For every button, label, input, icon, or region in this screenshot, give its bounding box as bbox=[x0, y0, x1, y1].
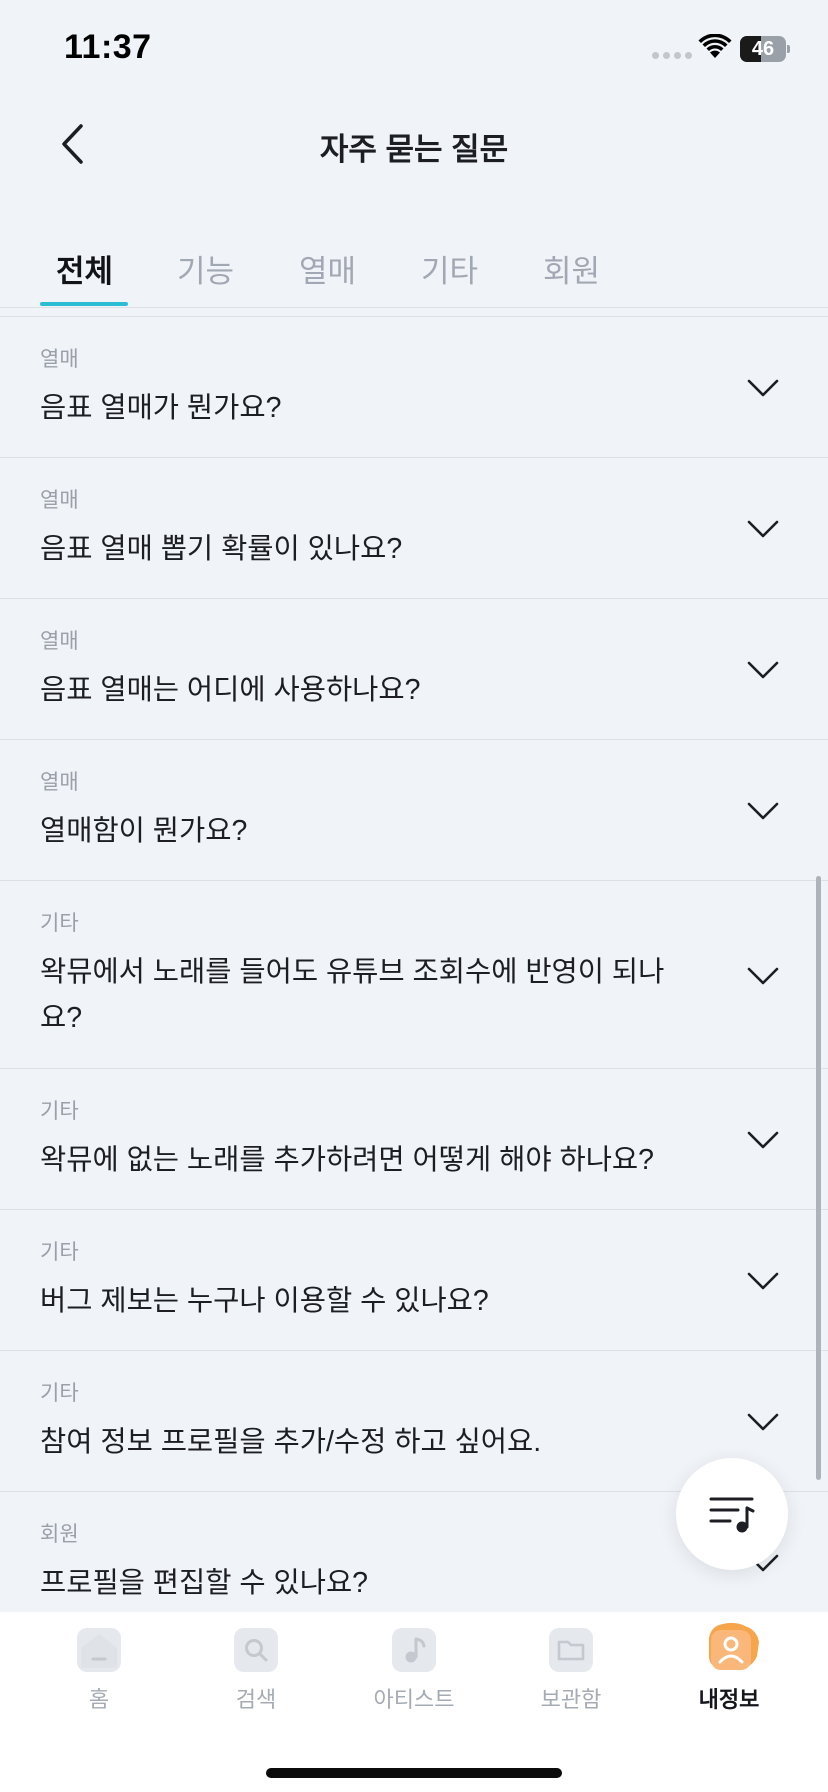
faq-question: 왁뮤에 없는 노래를 추가하려면 어떻게 해야 하나요? bbox=[40, 1144, 654, 1176]
home-icon bbox=[77, 1628, 121, 1672]
faq-question: 음표 열매는 어디에 사용하나요? bbox=[40, 674, 421, 706]
navigation-bar: 자주 묻는 질문 bbox=[0, 100, 828, 188]
faq-question: 참여 정보 프로필을 추가/수정 하고 싶어요. bbox=[40, 1426, 542, 1458]
tab-all[interactable]: 전체 bbox=[56, 246, 113, 291]
faq-question: 프로필을 편집할 수 있나요? bbox=[40, 1567, 369, 1599]
chevron-down-icon bbox=[747, 802, 779, 820]
faq-category: 기타 bbox=[40, 1241, 79, 1264]
bottom-tab-label: 아티스트 bbox=[373, 1687, 455, 1712]
faq-category: 열매 bbox=[40, 630, 79, 653]
faq-screen: 11:37 46 자주 묻는 질문 전체 기능 열매 기타 회원 열매 음표 열… bbox=[0, 0, 828, 1792]
faq-item[interactable]: 열매 열매함이 뭔가요? bbox=[0, 740, 828, 881]
chevron-down-icon bbox=[747, 661, 779, 679]
faq-item[interactable]: 기타 왁뮤에 없는 노래를 추가하려면 어떻게 해야 하나요? bbox=[0, 1069, 828, 1210]
tab-indicator bbox=[40, 302, 128, 306]
faq-category: 열매 bbox=[40, 348, 79, 371]
status-time: 11:37 bbox=[64, 28, 152, 66]
faq-category: 회원 bbox=[40, 1523, 79, 1546]
folder-icon bbox=[549, 1628, 593, 1672]
bottom-tab-my-info[interactable]: 내정보 bbox=[669, 1622, 789, 1714]
tab-fruit[interactable]: 열매 bbox=[299, 246, 356, 291]
faq-category: 기타 bbox=[40, 1100, 79, 1123]
bottom-tab-storage[interactable]: 보관함 bbox=[511, 1628, 631, 1714]
faq-question: 왁뮤에서 노래를 들어도 유튜브 조회수에 반영이 되나요? bbox=[40, 956, 665, 1034]
chevron-down-icon bbox=[747, 1272, 779, 1290]
faq-item[interactable]: 기타 왁뮤에서 노래를 들어도 유튜브 조회수에 반영이 되나요? bbox=[0, 881, 828, 1069]
chevron-down-icon bbox=[747, 379, 779, 397]
search-icon bbox=[234, 1628, 278, 1672]
wifi-icon bbox=[698, 34, 732, 58]
playlist-icon bbox=[709, 1497, 755, 1533]
faq-category: 열매 bbox=[40, 489, 79, 512]
cellular-signal-icon bbox=[652, 52, 692, 59]
bottom-tab-label: 보관함 bbox=[540, 1687, 602, 1712]
bottom-tab-bar: 홈 검색 아티스트 보관함 내정보 bbox=[0, 1612, 828, 1792]
faq-list: 열매 음표 열매가 뭔가요? 열매 음표 열매 뽑기 확률이 있나요? 열매 음… bbox=[0, 316, 828, 1612]
bottom-tab-label: 내정보 bbox=[698, 1687, 760, 1712]
bottom-tab-search[interactable]: 검색 bbox=[196, 1628, 316, 1714]
faq-item[interactable]: 열매 음표 열매는 어디에 사용하나요? bbox=[0, 599, 828, 740]
home-indicator bbox=[266, 1768, 562, 1778]
faq-category: 기타 bbox=[40, 1382, 79, 1405]
faq-category: 열매 bbox=[40, 771, 79, 794]
tab-member[interactable]: 회원 bbox=[543, 246, 600, 291]
chevron-down-icon bbox=[747, 967, 779, 985]
battery-icon: 46 bbox=[740, 36, 790, 62]
chevron-down-icon bbox=[747, 520, 779, 538]
faq-question: 음표 열매가 뭔가요? bbox=[40, 392, 282, 424]
bottom-tab-label: 홈 bbox=[88, 1687, 110, 1712]
faq-question: 음표 열매 뽑기 확률이 있나요? bbox=[40, 533, 403, 565]
status-bar: 11:37 46 bbox=[0, 0, 828, 100]
bottom-tab-artist[interactable]: 아티스트 bbox=[354, 1628, 474, 1714]
chevron-down-icon bbox=[747, 1413, 779, 1431]
faq-item[interactable]: 열매 음표 열매 뽑기 확률이 있나요? bbox=[0, 458, 828, 599]
faq-question: 열매함이 뭔가요? bbox=[40, 815, 248, 847]
scrollbar[interactable] bbox=[816, 876, 821, 1480]
faq-item[interactable]: 열매 음표 열매가 뭔가요? bbox=[0, 317, 828, 458]
playlist-button[interactable] bbox=[676, 1458, 788, 1570]
battery-level: 46 bbox=[751, 38, 775, 60]
page-title: 자주 묻는 질문 bbox=[319, 132, 509, 167]
bottom-tab-label: 검색 bbox=[235, 1687, 277, 1712]
faq-question: 버그 제보는 누구나 이용할 수 있나요? bbox=[40, 1285, 489, 1317]
chevron-down-icon bbox=[747, 1131, 779, 1149]
category-tabs: 전체 기능 열매 기타 회원 bbox=[0, 228, 828, 308]
bottom-tab-home[interactable]: 홈 bbox=[39, 1628, 159, 1714]
music-note-icon bbox=[392, 1628, 436, 1672]
faq-item[interactable]: 기타 버그 제보는 누구나 이용할 수 있나요? bbox=[0, 1210, 828, 1351]
faq-category: 기타 bbox=[40, 912, 79, 935]
tab-etc[interactable]: 기타 bbox=[421, 246, 478, 291]
profile-icon bbox=[707, 1622, 759, 1672]
tab-features[interactable]: 기능 bbox=[177, 246, 234, 291]
